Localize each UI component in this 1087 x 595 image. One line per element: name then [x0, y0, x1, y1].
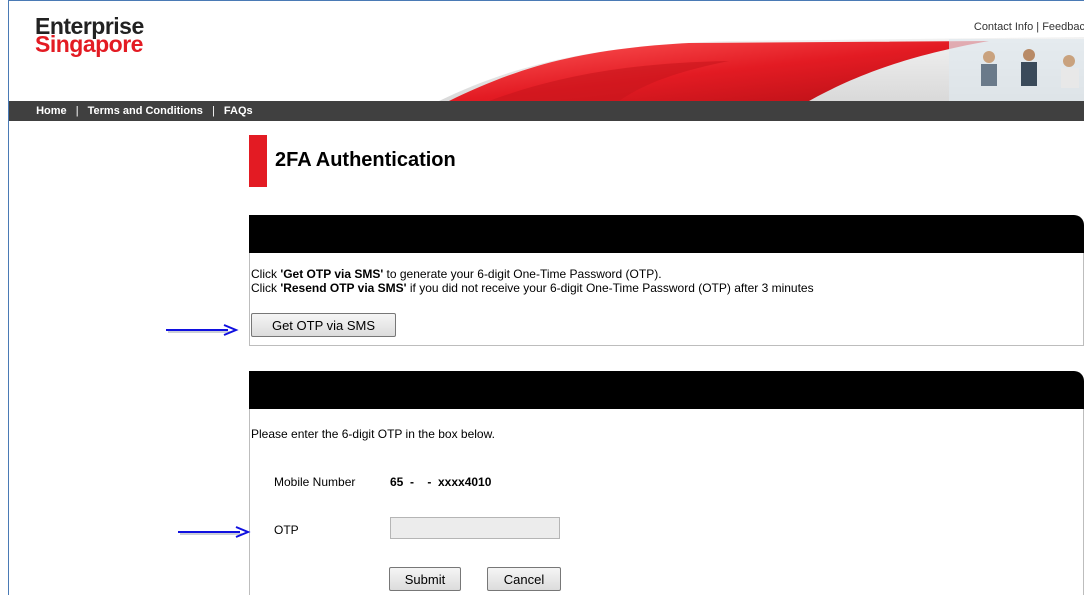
instruction-text: Click	[251, 267, 281, 281]
page-title: 2FA Authentication	[275, 149, 456, 171]
feedback-link[interactable]: Feedbac	[1042, 21, 1084, 33]
otp-request-section-header	[249, 215, 1084, 253]
submit-button[interactable]: Submit	[389, 567, 461, 591]
site-header: Enterprise Singapore Contact Info | Feed…	[9, 1, 1084, 101]
otp-entry-instruction: Please enter the 6-digit OTP in the box …	[251, 427, 495, 441]
header-links: Contact Info | Feedbac	[974, 21, 1084, 33]
browser-frame: Enterprise Singapore Contact Info | Feed…	[8, 0, 1084, 595]
header-link-separator: |	[1036, 21, 1040, 33]
otp-entry-section-header	[249, 371, 1084, 409]
otp-label: OTP	[274, 523, 299, 537]
nav-separator: |	[211, 105, 215, 117]
get-otp-button[interactable]: Get OTP via SMS	[251, 313, 396, 337]
instruction-text: to generate your 6-digit One-Time Passwo…	[383, 267, 662, 281]
instruction-highlight: 'Resend OTP via SMS'	[280, 281, 407, 295]
nav-terms-link[interactable]: Terms and Conditions	[88, 101, 203, 121]
otp-request-panel: Click 'Get OTP via SMS' to generate your…	[249, 253, 1084, 346]
nav-faqs-link[interactable]: FAQs	[224, 101, 253, 121]
right-arrow-icon	[178, 526, 251, 538]
cancel-button[interactable]: Cancel	[487, 567, 561, 591]
otp-request-instruction-1: Click 'Get OTP via SMS' to generate your…	[251, 267, 662, 281]
enterprise-singapore-logo[interactable]: Enterprise Singapore	[35, 15, 144, 57]
logo-text-singapore: Singapore	[35, 31, 143, 57]
title-accent-bar	[249, 135, 267, 187]
mobile-number-value: 65 - - xxxx4010	[390, 475, 492, 489]
instruction-highlight: 'Get OTP via SMS'	[280, 267, 384, 281]
nav-separator: |	[75, 105, 79, 117]
otp-input[interactable]	[390, 517, 560, 539]
otp-entry-panel: Please enter the 6-digit OTP in the box …	[249, 409, 1084, 595]
header-banner-graphic	[439, 37, 1084, 101]
top-nav-bar: Home | Terms and Conditions | FAQs	[9, 101, 1084, 121]
nav-home-link[interactable]: Home	[36, 101, 67, 121]
otp-request-instruction-2: Click 'Resend OTP via SMS' if you did no…	[251, 281, 814, 295]
mobile-number-label: Mobile Number	[274, 475, 356, 489]
instruction-text: if you did not receive your 6-digit One-…	[406, 281, 814, 295]
right-arrow-icon	[166, 324, 239, 336]
contact-info-link[interactable]: Contact Info	[974, 21, 1033, 33]
instruction-text: Click	[251, 281, 281, 295]
